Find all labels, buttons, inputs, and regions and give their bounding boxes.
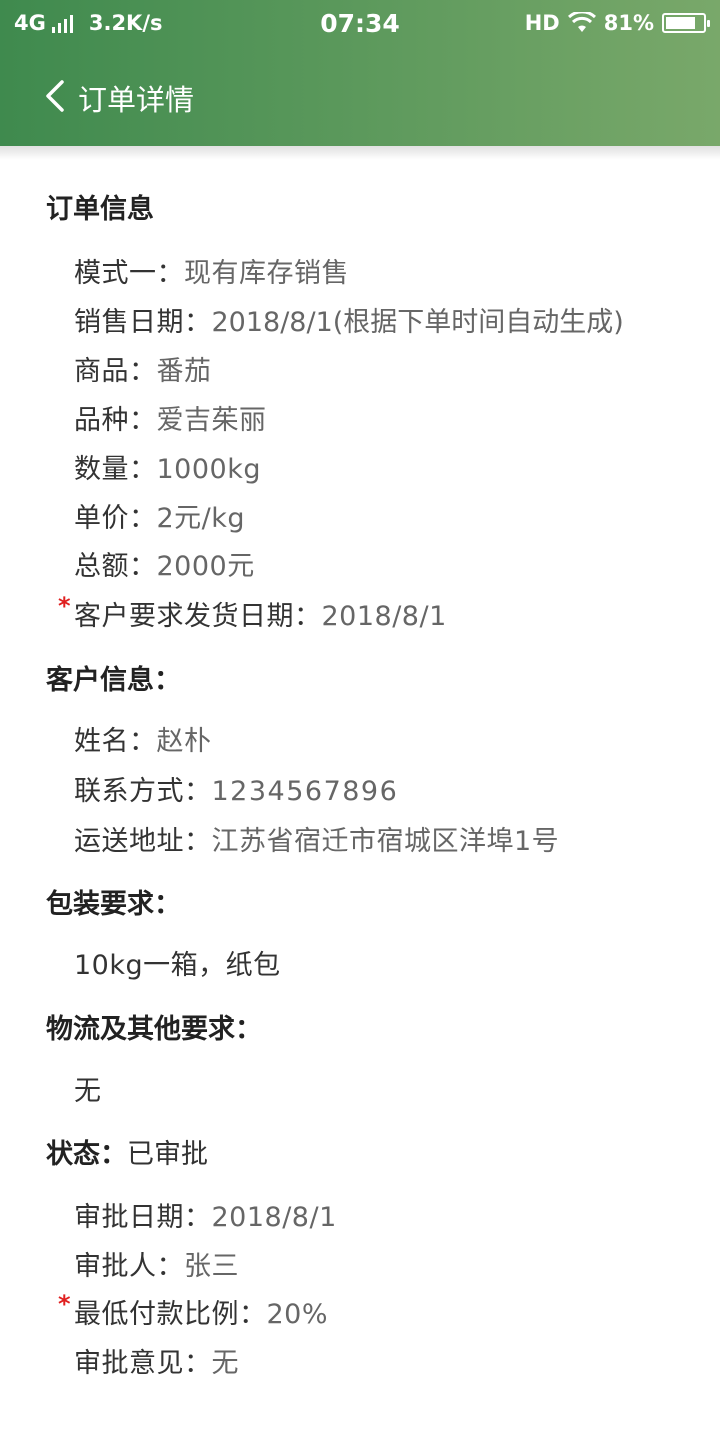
customer-name-value: 赵朴 (156, 726, 212, 757)
customer-name-label: 姓名： (74, 726, 157, 757)
app-header: 4G 3.2K/s 07:34 HD 81% 订单详情 (0, 0, 720, 146)
header-shadow (0, 146, 720, 160)
hd-indicator: HD (524, 11, 560, 35)
ship-date-row: * 客户要求发货日期：2018/8/1 (58, 592, 447, 633)
min-payment-value: 20% (266, 1299, 329, 1330)
approval-date-label: 审批日期： (74, 1202, 212, 1233)
page-title: 订单详情 (78, 83, 195, 117)
total-row: 总额：2000元 (74, 544, 255, 583)
status-label: 状态： (46, 1139, 127, 1170)
required-mark: * (58, 1290, 72, 1318)
contact-label: 联系方式： (74, 776, 212, 807)
mode-row: 模式一：现有库存销售 (74, 251, 349, 290)
section-order-info-heading: 订单信息 (46, 194, 154, 225)
section-logistics-heading: 物流及其他要求： (46, 1014, 262, 1045)
variety-row: 品种：爱吉茱丽 (74, 398, 267, 437)
sale-date-label: 销售日期： (74, 307, 212, 338)
mode-label: 模式一： (74, 258, 184, 289)
approval-opinion-row: 审批意见：无 (74, 1341, 239, 1380)
ship-date-value: 2018/8/1 (321, 601, 447, 632)
contact-row: 联系方式：1234567896 (74, 769, 398, 808)
contact-value: 1234567896 (211, 776, 399, 807)
battery-icon (662, 13, 710, 33)
quantity-row: 数量：1000kg (74, 447, 261, 486)
product-row: 商品：番茄 (74, 349, 212, 388)
approver-label: 审批人： (74, 1251, 184, 1282)
required-mark: * (58, 592, 72, 620)
quantity-value: 1000kg (156, 454, 261, 485)
section-customer-info-heading: 客户信息： (46, 665, 181, 696)
unit-price-row: 单价：2元/kg (74, 496, 245, 535)
address-label: 运送地址： (74, 826, 212, 857)
min-payment-label: 最低付款比例： (74, 1299, 267, 1330)
mode-value: 现有库存销售 (184, 258, 349, 289)
wifi-icon (567, 12, 596, 32)
logistics-value: 无 (74, 1076, 102, 1107)
unit-price-value: 2元/kg (156, 503, 246, 534)
total-label: 总额： (74, 551, 157, 582)
product-label: 商品： (74, 356, 157, 387)
total-value: 2000元 (156, 551, 255, 582)
sale-date-value: 2018/8/1(根据下单时间自动生成) (211, 307, 624, 338)
section-status-heading: 状态：已审批 (46, 1132, 208, 1171)
ship-date-label: 客户要求发货日期： (74, 601, 322, 632)
section-packaging-heading: 包装要求： (46, 889, 181, 920)
approver-row: 审批人：张三 (74, 1244, 239, 1283)
approval-opinion-value: 无 (211, 1348, 239, 1379)
status-value: 已审批 (127, 1139, 208, 1170)
variety-value: 爱吉茱丽 (156, 405, 267, 436)
approval-opinion-label: 审批意见： (74, 1348, 212, 1379)
status-bar: 4G 3.2K/s 07:34 HD 81% (0, 0, 720, 48)
quantity-label: 数量： (74, 454, 157, 485)
unit-price-label: 单价： (74, 503, 157, 534)
sale-date-row: 销售日期：2018/8/1(根据下单时间自动生成) (74, 300, 624, 339)
customer-name-row: 姓名：赵朴 (74, 719, 212, 758)
chevron-left-icon[interactable] (38, 74, 78, 118)
packaging-value: 10kg一箱，纸包 (74, 950, 281, 981)
product-value: 番茄 (156, 356, 212, 387)
approver-value: 张三 (184, 1251, 239, 1282)
nav-bar: 订单详情 (0, 48, 720, 146)
variety-label: 品种： (74, 405, 157, 436)
approval-date-value: 2018/8/1 (211, 1202, 337, 1233)
min-payment-row: * 最低付款比例：20% (58, 1290, 329, 1331)
battery-percent: 81% (603, 11, 654, 35)
approval-date-row: 审批日期：2018/8/1 (74, 1195, 337, 1234)
address-row: 运送地址：江苏省宿迁市宿城区洋埠1号 (74, 819, 559, 858)
address-value: 江苏省宿迁市宿城区洋埠1号 (211, 826, 560, 857)
